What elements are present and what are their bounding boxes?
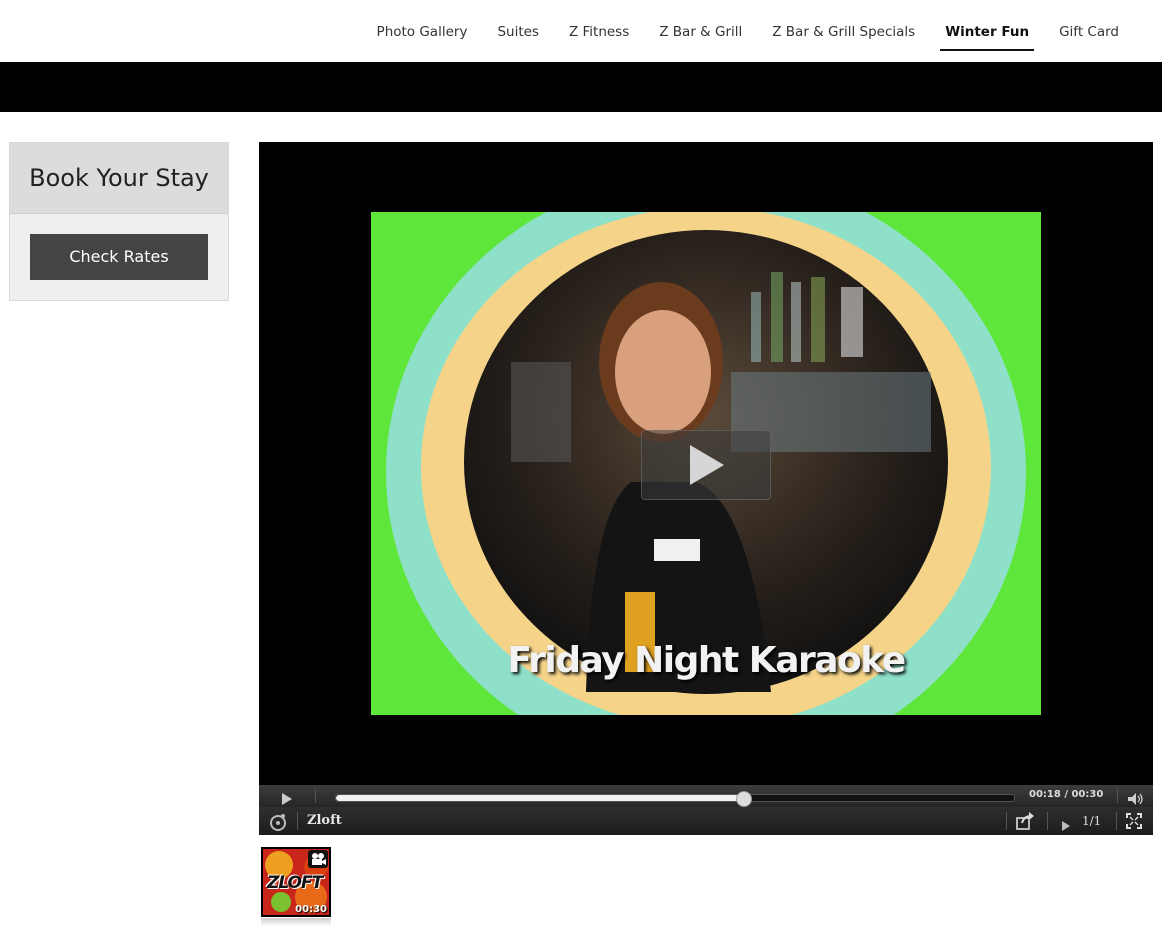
top-navigation: Photo Gallery Suites Z Fitness Z Bar & G… <box>0 0 1162 62</box>
thumbnail-reflection <box>261 918 331 926</box>
thumbnail-logo: ZLOFT <box>267 873 323 893</box>
nav-item-winter-fun[interactable]: Winter Fun <box>930 23 1044 51</box>
divider <box>1006 812 1007 830</box>
nav-item-photo-gallery[interactable]: Photo Gallery <box>362 23 483 51</box>
progress-handle[interactable] <box>735 791 752 807</box>
share-icon[interactable] <box>1016 812 1034 834</box>
nav-menu: Photo Gallery Suites Z Fitness Z Bar & G… <box>362 23 1134 51</box>
nav-item-z-bar-grill[interactable]: Z Bar & Grill <box>644 23 757 51</box>
progress-track[interactable] <box>335 791 1015 807</box>
fullscreen-icon[interactable] <box>1126 813 1142 833</box>
nav-item-z-bar-grill-specials[interactable]: Z Bar & Grill Specials <box>757 23 930 51</box>
nav-item-suites[interactable]: Suites <box>482 23 554 51</box>
video-player: Friday Night Karaoke 00:18 / 00:30 Zloft… <box>259 142 1153 835</box>
nav-item-z-fitness[interactable]: Z Fitness <box>554 23 644 51</box>
divider <box>297 812 298 830</box>
video-caption: Friday Night Karaoke <box>507 640 906 681</box>
progress-fill <box>336 795 743 801</box>
playlist-count: 1/1 <box>1082 814 1102 828</box>
playlist-thumbnail[interactable]: ZLOFT 00:30 <box>261 847 331 917</box>
booking-title: Book Your Stay <box>10 143 228 214</box>
header-band <box>0 62 1162 112</box>
divider <box>1047 812 1048 830</box>
play-icon <box>690 445 724 485</box>
control-bar: Zloft 1/1 <box>259 807 1153 835</box>
big-play-button[interactable] <box>641 430 771 500</box>
film-reel-icon[interactable] <box>269 813 287 835</box>
booking-widget: Book Your Stay Check Rates <box>9 142 229 301</box>
nav-item-gift-card[interactable]: Gift Card <box>1044 23 1134 51</box>
playlist-title: Zloft <box>307 813 342 828</box>
divider <box>1117 789 1118 803</box>
check-rates-button[interactable]: Check Rates <box>30 234 208 280</box>
divider <box>315 789 316 803</box>
next-icon[interactable] <box>1061 816 1071 835</box>
time-display: 00:18 / 00:30 <box>1029 789 1104 800</box>
seek-bar: 00:18 / 00:30 <box>259 785 1153 807</box>
divider <box>1116 812 1117 830</box>
video-camera-icon <box>308 850 328 872</box>
thumbnail-duration: 00:30 <box>295 904 327 915</box>
